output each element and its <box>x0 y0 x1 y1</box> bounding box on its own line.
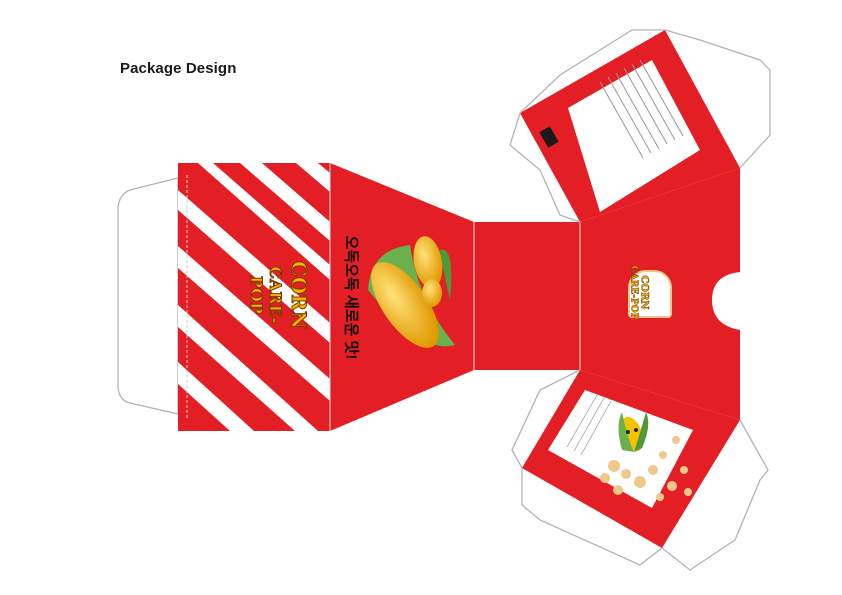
brand-line2: CARE-POP <box>247 266 286 325</box>
back-brand-line1: CORN <box>638 275 650 310</box>
back-logo: CORN CARE-POP <box>600 265 680 330</box>
left-glue-flap <box>117 177 179 415</box>
brand-line1: CORN <box>287 260 312 330</box>
package-dieline <box>117 29 771 571</box>
bottom-panel <box>474 222 580 370</box>
back-brand-line2: CARE-POP <box>628 265 639 320</box>
front-brand: CORN CARE-POP <box>201 255 312 335</box>
slogan-text: 오독오독 새로운 맛! <box>342 235 360 360</box>
